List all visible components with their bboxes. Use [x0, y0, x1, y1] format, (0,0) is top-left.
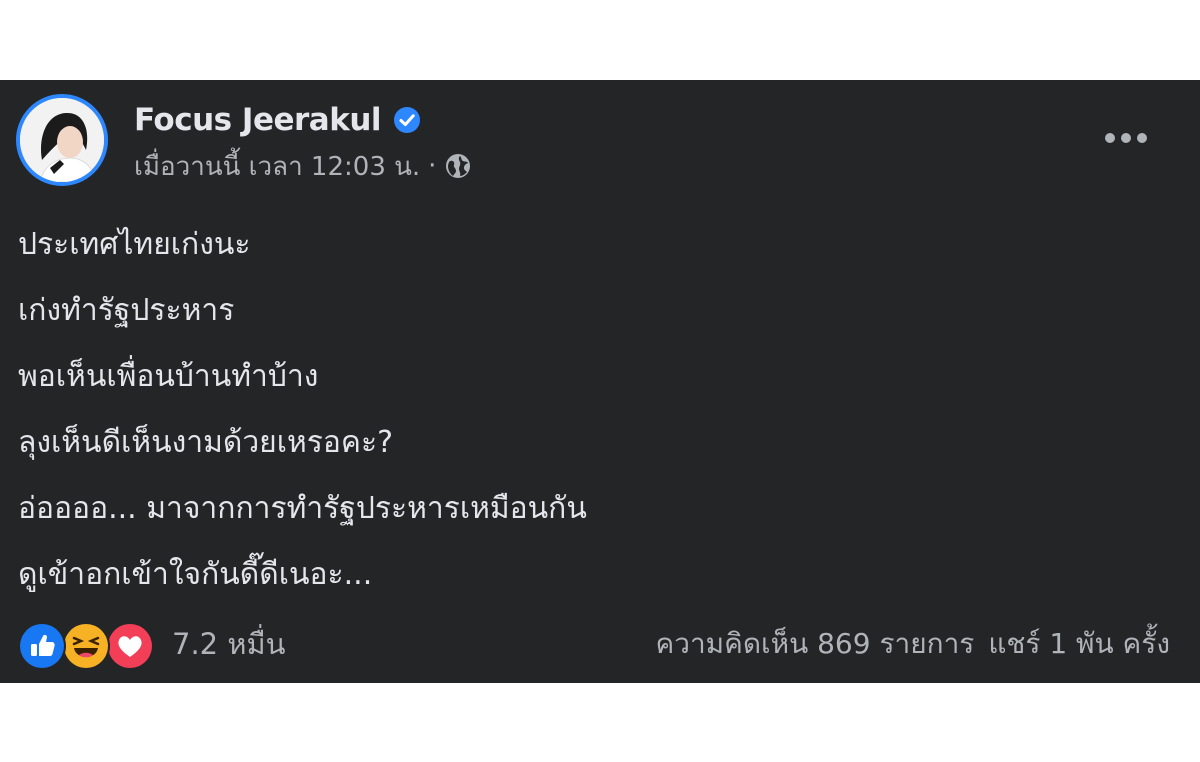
author-name[interactable]: Focus Jeerakul	[134, 102, 382, 138]
engagement-stats: ความคิดเห็น 869 รายการ แชร์ 1 พัน ครั้ง	[656, 622, 1171, 666]
reaction-icons	[18, 620, 156, 670]
like-icon	[18, 622, 66, 670]
post-footer: 7.2 หมื่น ความคิดเห็น 869 รายการ แชร์ 1 …	[18, 618, 1170, 670]
author-row: Focus Jeerakul	[134, 100, 421, 140]
meta-separator: ·	[428, 151, 437, 181]
post-line: ดูเข้าอกเข้าใจกันดี๊ดีเนอะ...	[18, 557, 373, 592]
post-text: ประเทศไทยเก่งนะ เก่งทำรัฐประหาร พอเห็นเพ…	[18, 212, 1178, 608]
verified-badge-icon	[393, 106, 421, 134]
post-line: ลุงเห็นดีเห็นงามด้วยเหรอคะ?	[18, 425, 394, 460]
post-meta: เมื่อวานนี้ เวลา 12:03 น. ·	[134, 146, 472, 186]
more-options-button[interactable]	[1100, 120, 1152, 156]
haha-icon	[62, 622, 110, 670]
shares-count[interactable]: แชร์ 1 พัน ครั้ง	[988, 622, 1170, 666]
reactions-summary[interactable]: 7.2 หมื่น	[18, 620, 285, 670]
post-line: เก่งทำรัฐประหาร	[18, 293, 235, 328]
more-options-icon	[1104, 129, 1148, 148]
post-card: Focus Jeerakul เมื่อวานนี้ เวลา 12:03 น.…	[0, 80, 1200, 683]
comments-count[interactable]: ความคิดเห็น 869 รายการ	[656, 622, 975, 666]
post-line: พอเห็นเพื่อนบ้านทำบ้าง	[18, 359, 319, 394]
love-icon	[106, 622, 154, 670]
post-timestamp[interactable]: เมื่อวานนี้ เวลา 12:03 น.	[134, 146, 420, 187]
globe-icon[interactable]	[444, 152, 472, 180]
post-line: ประเทศไทยเก่งนะ	[18, 227, 251, 262]
author-avatar[interactable]	[16, 94, 108, 186]
post-line: อ่ออออ... มาจากการทำรัฐประหารเหมือนกัน	[18, 491, 587, 526]
reaction-count[interactable]: 7.2 หมื่น	[172, 621, 285, 667]
